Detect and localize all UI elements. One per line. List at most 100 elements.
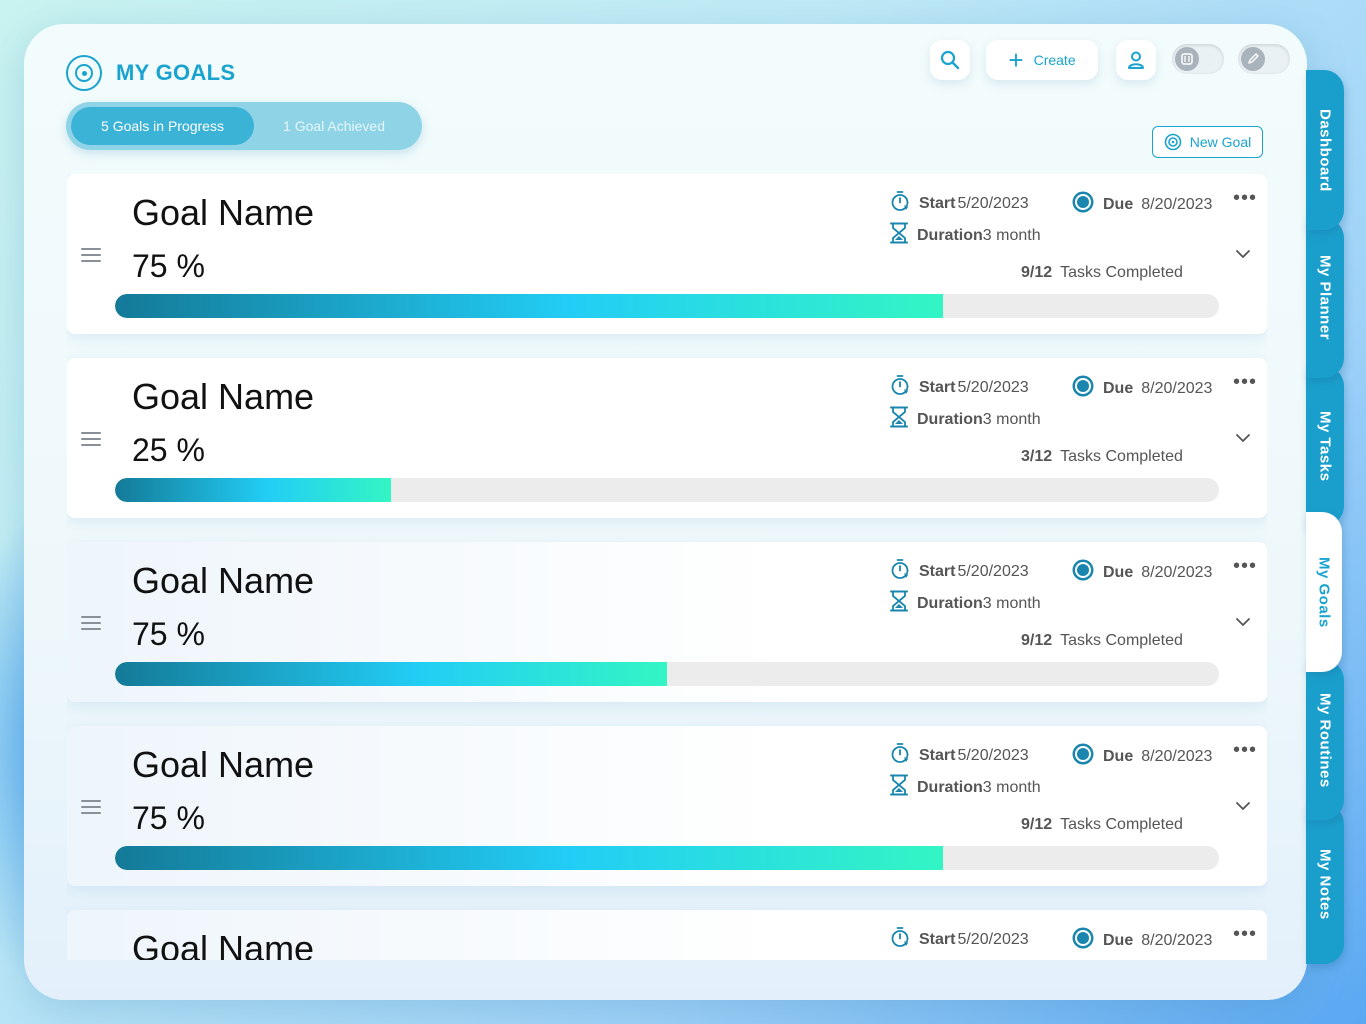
- tasks-label: Tasks Completed: [1060, 448, 1183, 465]
- tasks-label: Tasks Completed: [1060, 816, 1183, 833]
- chevron-down-icon[interactable]: [1235, 246, 1251, 264]
- timer-icon: [889, 926, 911, 953]
- tasks-count: 9/12: [1021, 264, 1053, 281]
- tab-goals-achieved[interactable]: 1 Goal Achieved: [254, 107, 414, 145]
- goal-duration: Duration 3 month: [889, 406, 1041, 433]
- chevron-down-icon[interactable]: [1235, 614, 1251, 632]
- due-date: 8/20/2023: [1141, 747, 1213, 765]
- goal-card[interactable]: Goal Name Start 5/20/2023 Due 8/20/2023 ••…: [67, 910, 1267, 960]
- goal-card[interactable]: Goal Name 25 % Start 5/20/2023 Due 8/20/20…: [67, 358, 1267, 518]
- edit-toggle[interactable]: [1238, 44, 1290, 74]
- tab-my-tasks[interactable]: My Tasks: [1306, 366, 1344, 526]
- duration-label: Duration: [917, 778, 983, 796]
- goal-progress-fill: [115, 846, 943, 870]
- tab-my-planner[interactable]: My Planner: [1306, 218, 1344, 378]
- goal-duration: Duration 3 month: [889, 222, 1041, 249]
- drag-handle-icon[interactable]: [81, 800, 101, 818]
- more-options-icon[interactable]: •••: [1233, 740, 1257, 760]
- duration-label: Duration: [917, 594, 983, 612]
- goal-percent: 25 %: [132, 432, 205, 468]
- more-options-icon[interactable]: •••: [1233, 188, 1257, 208]
- tab-goals-in-progress[interactable]: 5 Goals in Progress: [71, 107, 254, 145]
- profile-button[interactable]: [1116, 40, 1156, 80]
- due-target-icon: [1071, 374, 1095, 403]
- hourglass-icon: [889, 406, 909, 433]
- start-date: 5/20/2023: [957, 562, 1029, 580]
- tasks-count: 9/12: [1021, 632, 1053, 649]
- due-target-icon: [1071, 558, 1095, 587]
- tab-my-goals[interactable]: My Goals: [1306, 512, 1342, 672]
- goal-due: Due 8/20/2023: [1071, 742, 1212, 771]
- due-date: 8/20/2023: [1141, 563, 1213, 581]
- due-date: 8/20/2023: [1141, 379, 1213, 397]
- goal-card[interactable]: Goal Name 75 % Start 5/20/2023 Due 8/20/20…: [67, 174, 1267, 334]
- goal-name: Goal Name: [132, 560, 315, 601]
- goal-name: Goal Name: [132, 928, 315, 960]
- goal-name: Goal Name: [132, 192, 315, 233]
- goal-name: Goal Name: [132, 376, 315, 417]
- more-options-icon[interactable]: •••: [1233, 924, 1257, 944]
- duration-value: 3 month: [982, 226, 1041, 244]
- goal-progress-bar: [115, 662, 1219, 686]
- goal-start: Start 5/20/2023: [889, 742, 1029, 769]
- more-options-icon[interactable]: •••: [1233, 556, 1257, 576]
- goal-tasks: 9/12 Tasks Completed: [1021, 264, 1183, 282]
- duration-value: 3 month: [982, 594, 1041, 612]
- target-icon: [1164, 133, 1182, 151]
- duration-value: 3 month: [982, 410, 1041, 428]
- main-panel: MY GOALS 5 Goals in Progress 1 Goal Achi…: [24, 24, 1307, 1000]
- tab-label: Dashboard: [1316, 108, 1334, 192]
- tab-my-routines[interactable]: My Routines: [1306, 660, 1344, 820]
- search-button[interactable]: [930, 40, 970, 80]
- drag-handle-icon[interactable]: [81, 616, 101, 634]
- goal-progress-fill: [115, 662, 667, 686]
- tab-dashboard[interactable]: Dashboard: [1306, 70, 1344, 230]
- drag-handle-icon[interactable]: [81, 432, 101, 450]
- target-icon: [66, 55, 102, 91]
- goal-progress-bar: [115, 478, 1219, 502]
- goal-due: Due 8/20/2023: [1071, 374, 1212, 403]
- page-header: MY GOALS: [66, 55, 235, 91]
- memory-toggle[interactable]: [1172, 44, 1224, 74]
- goals-list: Goal Name 75 % Start 5/20/2023 Due 8/20/20…: [67, 174, 1267, 960]
- goal-tasks: 9/12 Tasks Completed: [1021, 816, 1183, 834]
- pencil-icon: [1241, 47, 1265, 71]
- due-label: Due: [1103, 931, 1134, 949]
- start-label: Start: [919, 746, 956, 764]
- due-target-icon: [1071, 190, 1095, 219]
- goal-name: Goal Name: [132, 744, 315, 785]
- start-label: Start: [919, 562, 956, 580]
- due-date: 8/20/2023: [1141, 195, 1213, 213]
- hourglass-icon: [889, 222, 909, 249]
- tab-my-notes[interactable]: My Notes: [1306, 804, 1344, 964]
- due-date: 8/20/2023: [1141, 931, 1213, 949]
- timer-icon: [889, 742, 911, 769]
- tasks-count: 3/12: [1021, 448, 1053, 465]
- duration-label: Duration: [917, 410, 983, 428]
- goal-progress-bar: [115, 294, 1219, 318]
- create-label: Create: [1033, 52, 1076, 68]
- goal-card[interactable]: Goal Name 75 % Start 5/20/2023 Due 8/20/20…: [67, 542, 1267, 702]
- timer-icon: [889, 374, 911, 401]
- goal-start: Start 5/20/2023: [889, 558, 1029, 585]
- drag-handle-icon[interactable]: [81, 248, 101, 266]
- goal-tasks: 9/12 Tasks Completed: [1021, 632, 1183, 650]
- user-icon: [1128, 51, 1144, 69]
- goal-progress-fill: [115, 294, 943, 318]
- search-icon: [940, 50, 960, 70]
- chevron-down-icon[interactable]: [1235, 798, 1251, 816]
- create-button[interactable]: + Create: [986, 40, 1098, 80]
- start-label: Start: [919, 194, 956, 212]
- due-target-icon: [1071, 742, 1095, 771]
- goal-percent: 75 %: [132, 800, 205, 836]
- goal-card[interactable]: Goal Name 75 % Start 5/20/2023 Due 8/20/20…: [67, 726, 1267, 886]
- more-options-icon[interactable]: •••: [1233, 372, 1257, 392]
- new-goal-button[interactable]: New Goal: [1152, 126, 1263, 158]
- chevron-down-icon[interactable]: [1235, 430, 1251, 448]
- start-date: 5/20/2023: [957, 194, 1029, 212]
- goal-duration: Duration 3 month: [889, 774, 1041, 801]
- start-label: Start: [919, 378, 956, 396]
- goal-percent: 75 %: [132, 616, 205, 652]
- plus-icon: +: [1008, 45, 1024, 75]
- due-label: Due: [1103, 747, 1134, 765]
